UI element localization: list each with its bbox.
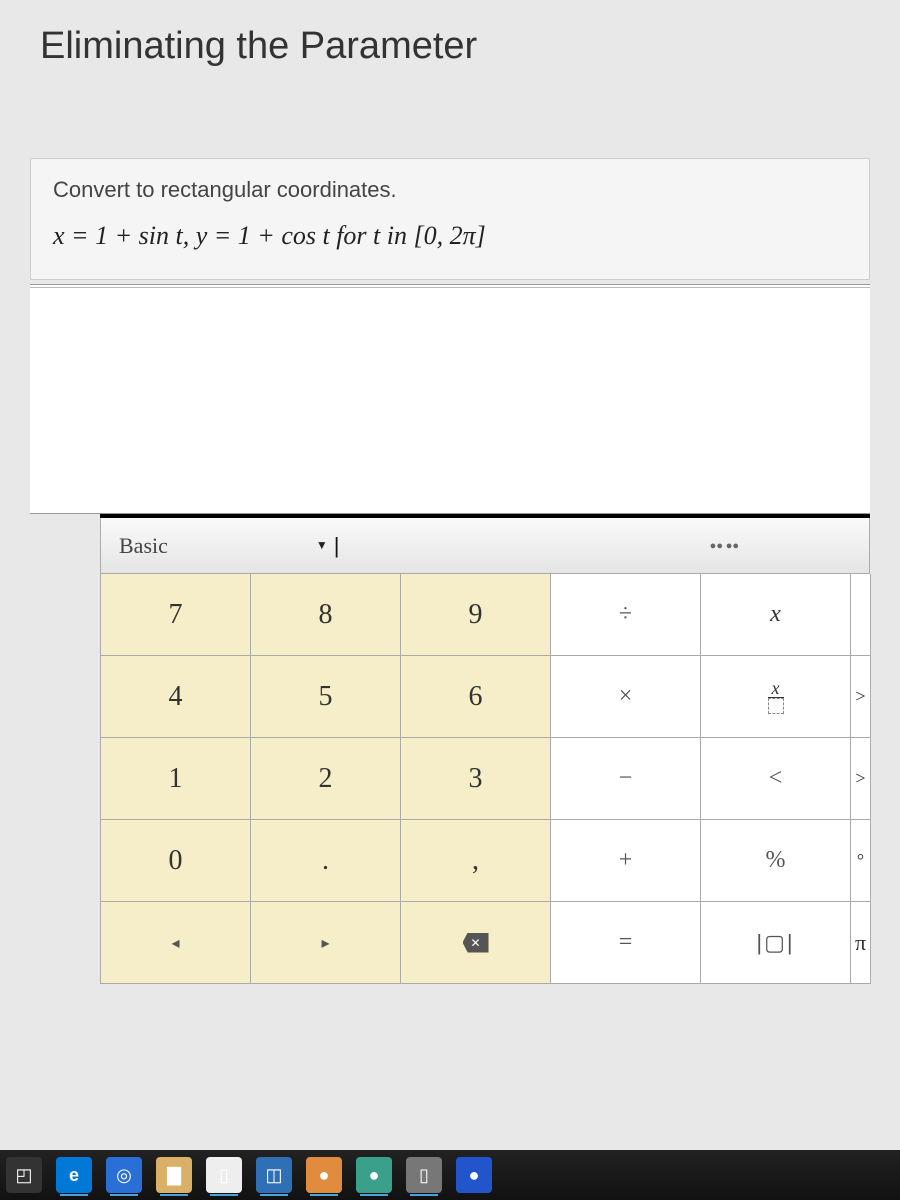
chevron-down-icon: ▼ (316, 538, 328, 553)
key-0[interactable]: 0 (101, 820, 251, 902)
key-7[interactable]: 7 (101, 574, 251, 656)
key-5[interactable]: 5 (251, 656, 401, 738)
taskbar-app4-icon[interactable]: ● (456, 1157, 492, 1193)
taskbar-store-icon[interactable]: ◫ (256, 1157, 292, 1193)
problem-instruction: Convert to rectangular coordinates. (53, 177, 847, 203)
keypad-page-indicator: ●● ●● (710, 540, 739, 552)
taskbar-cortana-icon[interactable]: ◎ (106, 1157, 142, 1193)
taskbar-start-icon[interactable]: ◰ (6, 1157, 42, 1193)
key-abs[interactable]: |▢| (701, 902, 851, 984)
key-◂[interactable]: ◂ (101, 902, 251, 984)
key-,[interactable]: , (401, 820, 551, 902)
key-=[interactable]: = (551, 902, 701, 984)
key-+[interactable]: + (551, 820, 701, 902)
key-3[interactable]: 3 (401, 738, 551, 820)
key-<[interactable]: < (701, 738, 851, 820)
key-6[interactable]: 6 (401, 656, 551, 738)
keypad: Basic ▼ | ●● ●● 789÷x 456×x>123−<>0.,+%° ◂… (100, 514, 870, 984)
key->[interactable]: > (851, 738, 871, 820)
key-▸[interactable]: ▸ (251, 902, 401, 984)
taskbar-app1-icon[interactable]: ● (306, 1157, 342, 1193)
key-frac[interactable]: x (701, 656, 851, 738)
taskbar: ◰ e ◎ ▇ ▯ ◫ ● ● ▯ ● (0, 1150, 900, 1200)
keypad-cursor-icon: | (334, 533, 340, 559)
key-−[interactable]: − (551, 738, 701, 820)
answer-input[interactable] (30, 284, 870, 514)
taskbar-doc-icon[interactable]: ▯ (206, 1157, 242, 1193)
taskbar-edge-icon[interactable]: e (56, 1157, 92, 1193)
key-×[interactable]: × (551, 656, 701, 738)
taskbar-app3-icon[interactable]: ▯ (406, 1157, 442, 1193)
key-x[interactable]: x (701, 574, 851, 656)
page-title: Eliminating the Parameter (0, 0, 900, 68)
key-1[interactable]: 1 (101, 738, 251, 820)
key-.[interactable]: . (251, 820, 401, 902)
key-9[interactable]: 9 (401, 574, 551, 656)
taskbar-explorer-icon[interactable]: ▇ (156, 1157, 192, 1193)
keypad-mode-label: Basic (119, 533, 168, 559)
key-8[interactable]: 8 (251, 574, 401, 656)
problem-box: Convert to rectangular coordinates. x = … (30, 158, 870, 280)
key->[interactable]: > (851, 656, 871, 738)
key-2[interactable]: 2 (251, 738, 401, 820)
key-%[interactable]: % (701, 820, 851, 902)
key-blank[interactable] (851, 574, 871, 656)
problem-equation: x = 1 + sin t, y = 1 + cos t for t in [0… (53, 221, 847, 251)
key-del[interactable]: ✕ (401, 902, 551, 984)
key-π[interactable]: π (851, 902, 871, 984)
key-4[interactable]: 4 (101, 656, 251, 738)
key-°[interactable]: ° (851, 820, 871, 902)
taskbar-app2-icon[interactable]: ● (356, 1157, 392, 1193)
keypad-mode-selector[interactable]: Basic ▼ | ●● ●● (100, 518, 870, 574)
keypad-grid: 789÷x 456×x>123−<>0.,+%° ◂▸✕=|▢|π (100, 574, 870, 984)
key-÷[interactable]: ÷ (551, 574, 701, 656)
